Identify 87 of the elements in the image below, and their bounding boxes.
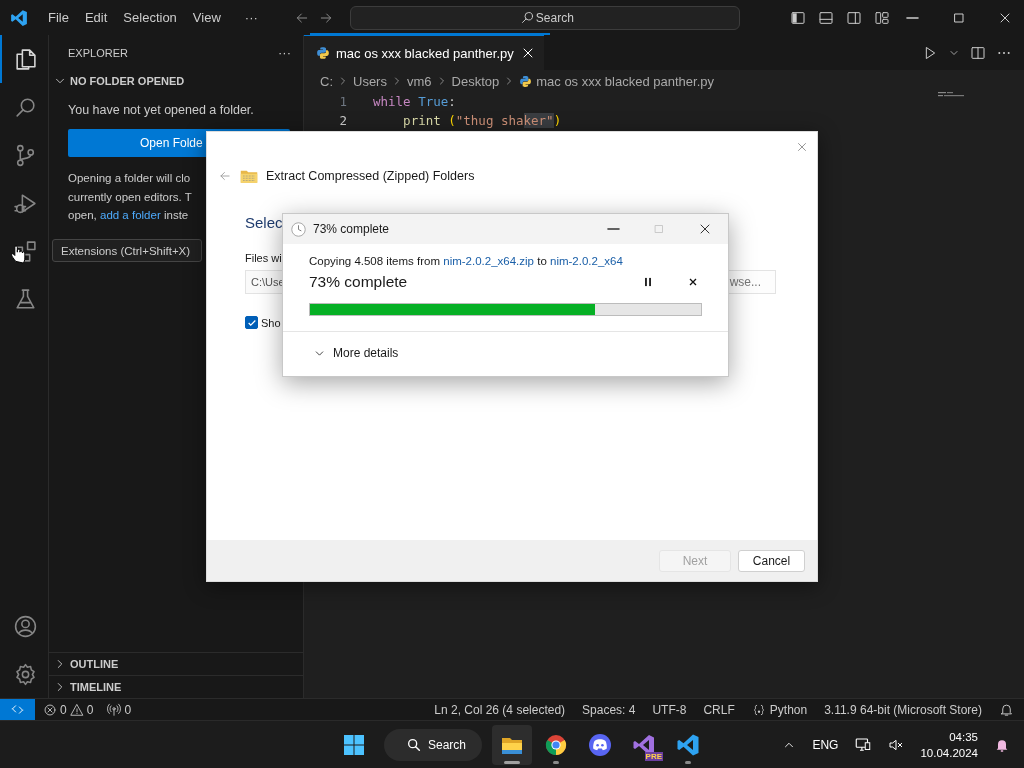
warning-icon[interactable] — [69, 702, 84, 717]
section-title: OUTLINE — [70, 658, 119, 670]
copy-status-text: Copying 4.508 items from nim-2.0.2_x64.zip to nim-2.0.2_x64 — [309, 255, 624, 267]
remote-button[interactable] — [0, 698, 35, 721]
minimize-icon — [606, 228, 620, 230]
clock-time[interactable]: 04:35 — [949, 728, 978, 745]
add-folder-link[interactable]: add a folder — [100, 209, 161, 221]
panel-toggle-icon[interactable] — [817, 9, 834, 26]
breadcrumb-item[interactable]: Users — [353, 73, 387, 89]
browser-icon — [544, 732, 568, 757]
folder-link[interactable]: nim-2.0.2_x64 — [550, 255, 623, 267]
split-editor-icon[interactable] — [970, 44, 986, 61]
python-icon — [316, 46, 330, 60]
status-item[interactable]: 3.11.9 64-bit (Microsoft Store) — [824, 702, 982, 717]
menu-item[interactable]: Selection — [115, 6, 185, 29]
status-item[interactable]: Ln 2, Col 26 (4 selected) — [434, 702, 566, 717]
section-title: TIMELINE — [70, 681, 122, 693]
preview-badge: PRE — [644, 751, 663, 761]
checkbox-label: Sho — [261, 316, 281, 329]
section-header[interactable]: OUTLINE — [49, 652, 303, 675]
tooltip: Extensions (Ctrl+Shift+X) — [52, 239, 202, 262]
status-item[interactable]: UTF-8 — [652, 702, 687, 717]
editor-tab[interactable]: mac os xxx blacked panther.py — [304, 35, 544, 70]
search-field[interactable]: Search — [349, 5, 740, 30]
close-button[interactable] — [795, 140, 809, 154]
maximize-icon — [652, 222, 666, 236]
error-icon[interactable] — [43, 702, 57, 717]
section-header[interactable]: NO FOLDER OPENED — [49, 70, 303, 92]
breadcrumb-item[interactable]: mac os xxx blacked panther.py — [536, 73, 714, 89]
breadcrumb-item[interactable]: vm6 — [406, 73, 432, 89]
field-label: Files wi — [245, 252, 282, 264]
close-icon — [795, 140, 809, 154]
layout-icon[interactable] — [873, 9, 890, 26]
account-icon — [12, 613, 38, 639]
braces-icon[interactable] — [751, 702, 766, 717]
close-icon — [687, 276, 699, 288]
menu-item[interactable]: Edit — [76, 6, 116, 29]
search-icon — [519, 9, 535, 25]
status-item[interactable]: CRLF — [703, 702, 735, 717]
checkbox[interactable] — [245, 316, 258, 329]
chat-app-icon — [588, 732, 612, 757]
windows-logo-icon — [342, 732, 366, 757]
section-title: NO FOLDER OPENED — [70, 75, 185, 87]
code-line: print ("thug shaker") — [402, 113, 562, 128]
clock-icon — [290, 220, 307, 238]
cancel-button[interactable] — [687, 276, 699, 288]
panel-title: EXPLORER — [68, 46, 128, 59]
clock-date[interactable]: 10.04.2024 — [920, 744, 978, 761]
line-number: 1 — [338, 94, 347, 109]
menu-item[interactable]: View — [184, 6, 229, 29]
breadcrumb-item[interactable]: C: — [320, 73, 333, 89]
input-language[interactable]: ENG — [812, 737, 839, 752]
window-title: 73% complete — [313, 222, 390, 236]
progress-status: 73% complete — [309, 273, 408, 291]
code-line: while True: — [373, 94, 456, 109]
minimap-drawing — [938, 92, 964, 97]
bell-icon[interactable] — [999, 702, 1014, 717]
breadcrumb-item[interactable]: Desktop — [451, 73, 500, 89]
message-text: You have not yet opened a folder. — [68, 103, 255, 117]
vscode-logo-icon — [10, 8, 28, 27]
line-number: 2 — [338, 113, 347, 128]
more-actions-button[interactable]: ··· — [278, 45, 291, 60]
network-icon[interactable] — [854, 735, 873, 754]
taskbar-app-button[interactable]: PRE — [624, 724, 664, 765]
folder-link[interactable]: nim-2.0.2_x64.zip — [443, 255, 534, 267]
checkmark-icon — [246, 317, 257, 328]
dialog-title: Extract Compressed (Zipped) Folders — [266, 169, 475, 183]
secondary-sidebar-icon[interactable] — [845, 9, 862, 26]
cancel-button[interactable]: Cancel — [738, 549, 805, 572]
menu-item[interactable]: File — [40, 6, 77, 29]
taskbar-app-button[interactable] — [492, 724, 532, 765]
minimize-icon — [906, 16, 920, 19]
status-item[interactable]: Spaces: 4 — [582, 702, 636, 717]
language-mode[interactable]: Python — [769, 702, 808, 717]
search-icon — [406, 736, 422, 753]
more-menu-button[interactable]: ··· — [234, 10, 268, 25]
remote-icon — [10, 702, 25, 717]
error-count[interactable]: 0 — [60, 702, 67, 717]
editor-icon — [676, 732, 700, 757]
ports-count[interactable]: 0 — [124, 702, 132, 717]
python-icon — [519, 74, 533, 88]
warning-count[interactable]: 0 — [86, 702, 94, 717]
more-details-button[interactable]: More details — [283, 332, 728, 374]
antenna-icon[interactable] — [107, 702, 122, 717]
dialog-heading: Selec — [245, 213, 283, 233]
sidebar-toggle-icon[interactable] — [789, 9, 806, 26]
taskbar-search[interactable]: Search — [384, 728, 482, 761]
